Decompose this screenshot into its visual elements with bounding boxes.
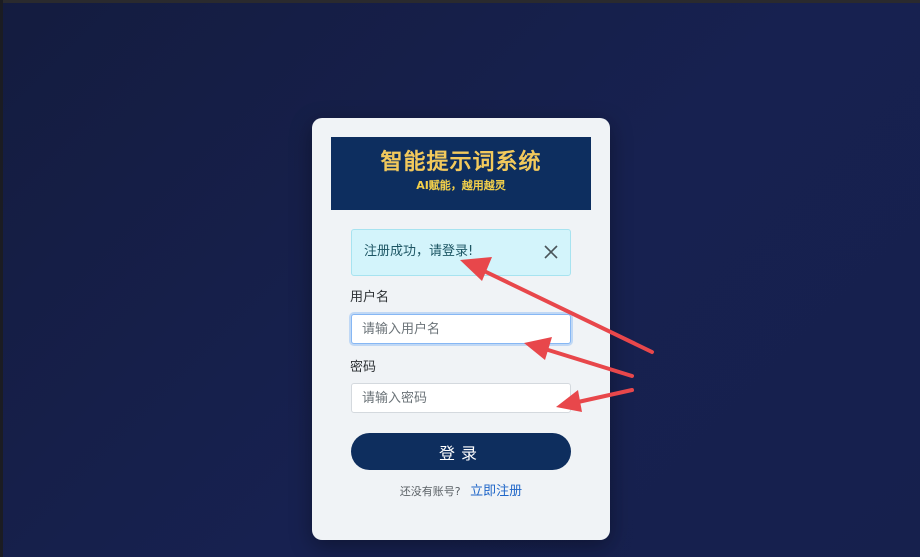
username-label: 用户名 bbox=[350, 290, 390, 305]
app-title: 智能提示词系统 bbox=[380, 150, 542, 175]
register-row: 还没有账号? 立即注册 bbox=[312, 485, 610, 499]
register-prompt: 还没有账号? bbox=[399, 485, 461, 498]
window-top-edge bbox=[0, 0, 920, 3]
register-link[interactable]: 立即注册 bbox=[470, 484, 522, 499]
login-card: 智能提示词系统 AI赋能，越用越灵 注册成功，请登录! 用户名 密码 登录 还没… bbox=[312, 118, 610, 540]
window-left-edge bbox=[0, 0, 3, 557]
app-subtitle: AI赋能，越用越灵 bbox=[416, 179, 506, 192]
username-input[interactable] bbox=[351, 314, 571, 344]
header-banner: 智能提示词系统 AI赋能，越用越灵 bbox=[331, 137, 591, 210]
password-input[interactable] bbox=[351, 383, 571, 413]
password-label: 密码 bbox=[350, 360, 377, 375]
login-button[interactable]: 登录 bbox=[351, 433, 571, 470]
success-alert: 注册成功，请登录! bbox=[351, 229, 571, 276]
alert-message: 注册成功，请登录! bbox=[364, 244, 474, 259]
close-icon[interactable] bbox=[542, 243, 560, 261]
